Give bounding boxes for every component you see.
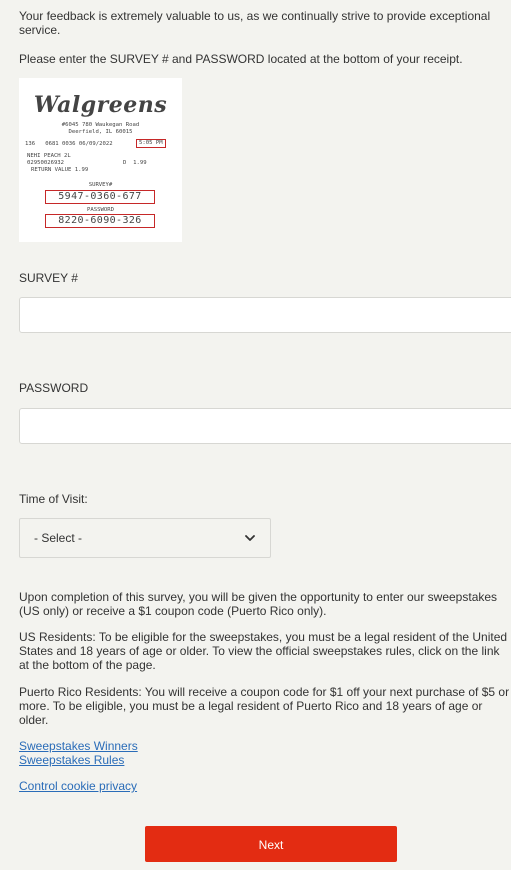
receipt-sample-image: Walgreens #6045 780 Waukegan Road Deerfi… [19, 78, 182, 242]
survey-page: Your feedback is extremely valuable to u… [0, 0, 511, 870]
sweepstakes-rules-link[interactable]: Sweepstakes Rules [19, 753, 124, 767]
time-of-visit-select[interactable]: - Select - [19, 518, 271, 558]
receipt-item-line1: NEHI PEACH 2L [27, 153, 71, 159]
sweepstakes-winners-link[interactable]: Sweepstakes Winners [19, 739, 138, 753]
receipt-password-number: 8220-6090-326 [45, 214, 155, 228]
sweepstakes-completion-text: Upon completion of this survey, you will… [19, 590, 498, 618]
receipt-address-line2: Deerfield, IL 60015 [68, 129, 133, 135]
receipt-address-line1: #6045 780 Waukegan Road [61, 122, 140, 128]
us-residents-text: US Residents: To be eligible for the swe… [19, 630, 508, 672]
receipt-instruction-text: Please enter the SURVEY # and PASSWORD l… [19, 52, 463, 66]
receipt-item-line2: 02950026932 [27, 160, 65, 166]
receipt-survey-number: 5947-0360-677 [45, 190, 155, 204]
survey-number-label: SURVEY # [19, 271, 78, 285]
receipt-password-label: PASSWORD [87, 207, 114, 213]
receipt-item-price: D 1.99 [123, 160, 147, 166]
receipt-time-highlight: 5:05 PM [136, 139, 166, 148]
receipt-return-value: RETURN VALUE 1.99 [31, 167, 89, 173]
time-of-visit-selected-value: - Select - [34, 531, 83, 545]
feedback-intro-text: Your feedback is extremely valuable to u… [19, 9, 491, 37]
password-input[interactable] [19, 408, 511, 444]
walgreens-logo: Walgreens [33, 92, 168, 118]
cookie-privacy-link[interactable]: Control cookie privacy [19, 779, 137, 793]
survey-number-input[interactable] [19, 297, 511, 333]
receipt-store-line: 136 0681 0036 06/09/2022 [25, 141, 113, 147]
password-label: PASSWORD [19, 381, 89, 395]
puerto-rico-residents-text: Puerto Rico Residents: You will receive … [19, 685, 510, 727]
chevron-down-icon [245, 535, 255, 541]
next-button[interactable]: Next [145, 826, 397, 862]
time-of-visit-label: Time of Visit: [19, 492, 88, 506]
receipt-survey-label: SURVEY# [88, 182, 113, 188]
